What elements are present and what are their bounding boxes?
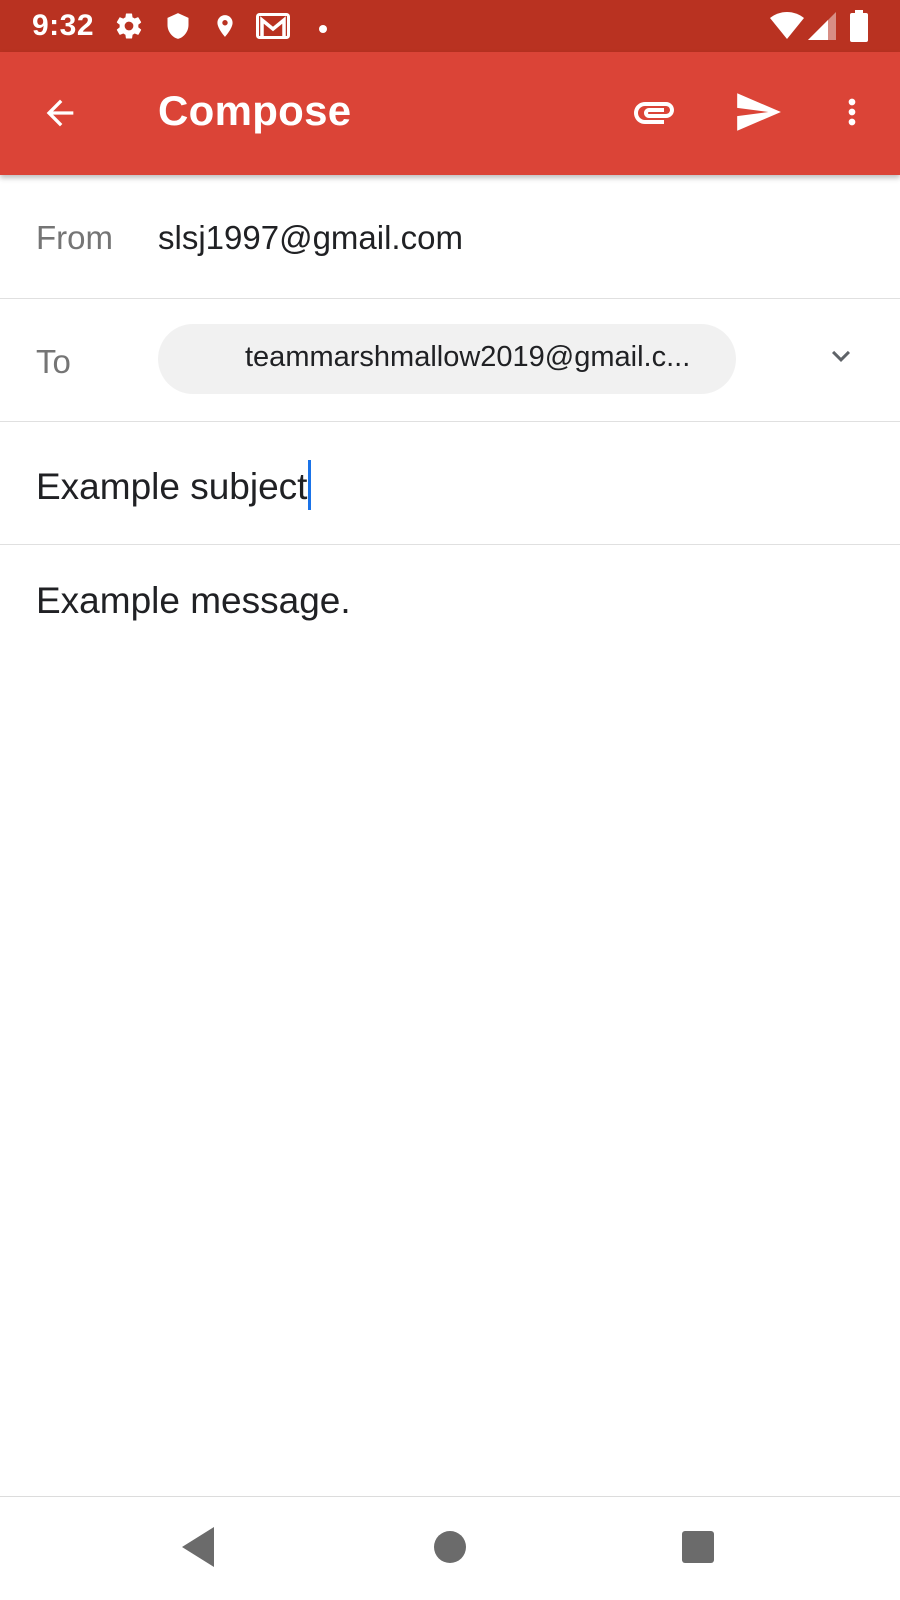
compose-screen: 9:32 Compose From slsj1997@gmail.com To … — [0, 0, 900, 1600]
to-row: To teammarshmallow2019@gmail.c... — [0, 299, 900, 422]
nav-back-button[interactable] — [174, 1525, 222, 1573]
more-options-button[interactable] — [822, 84, 882, 144]
from-label: From — [36, 219, 113, 256]
status-bar: 9:32 — [0, 0, 900, 52]
navigation-bar — [0, 1496, 900, 1600]
send-button[interactable] — [728, 84, 788, 144]
home-icon — [432, 1529, 468, 1570]
shield-icon — [164, 11, 192, 46]
app-bar: Compose — [0, 52, 900, 175]
battery-icon — [850, 10, 868, 47]
subject-field[interactable]: Example subject — [36, 460, 312, 514]
location-icon — [212, 11, 238, 46]
subject-value: Example subject — [36, 465, 308, 507]
text-cursor — [308, 460, 312, 510]
recipient-address: teammarshmallow2019@gmail.c... — [245, 341, 691, 373]
from-row[interactable]: From slsj1997@gmail.com — [0, 175, 900, 299]
send-icon — [733, 87, 783, 142]
attach-button[interactable] — [624, 84, 684, 144]
signal-icon — [808, 12, 836, 45]
chevron-down-icon — [823, 338, 859, 379]
recents-icon — [680, 1529, 716, 1570]
gmail-icon — [256, 12, 290, 45]
attach-icon — [630, 88, 678, 141]
nav-home-button[interactable] — [426, 1525, 474, 1573]
back-button[interactable] — [32, 87, 88, 143]
to-label: To — [36, 343, 71, 380]
page-title: Compose — [158, 87, 352, 134]
more-vert-icon — [832, 92, 872, 137]
settings-icon — [114, 11, 144, 46]
recipient-chip[interactable]: teammarshmallow2019@gmail.c... — [158, 324, 736, 394]
wifi-icon — [770, 12, 804, 45]
arrow-back-icon — [40, 93, 80, 138]
dot-icon — [318, 21, 328, 39]
expand-recipients-button[interactable] — [816, 333, 866, 383]
from-account[interactable]: slsj1997@gmail.com — [158, 219, 463, 257]
status-time: 9:32 — [32, 9, 95, 42]
subject-row[interactable]: Example subject — [0, 422, 900, 545]
back-icon — [178, 1525, 218, 1574]
nav-recents-button[interactable] — [674, 1525, 722, 1573]
message-body[interactable]: Example message. — [36, 580, 351, 622]
